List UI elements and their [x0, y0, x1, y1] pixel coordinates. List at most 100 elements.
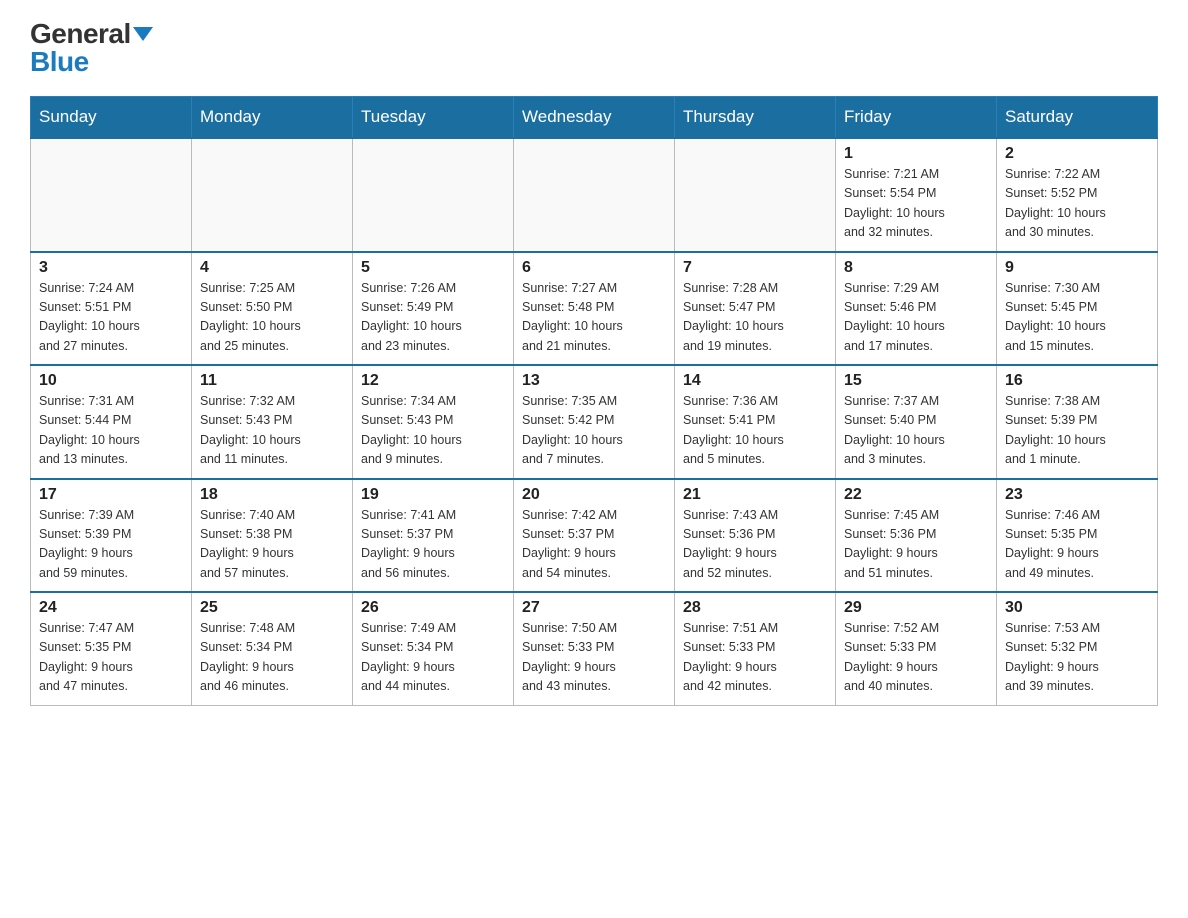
weekday-header-wednesday: Wednesday	[514, 97, 675, 139]
day-info: Sunrise: 7:21 AMSunset: 5:54 PMDaylight:…	[844, 165, 988, 243]
calendar-cell	[192, 138, 353, 252]
day-info: Sunrise: 7:35 AMSunset: 5:42 PMDaylight:…	[522, 392, 666, 470]
calendar-cell: 22Sunrise: 7:45 AMSunset: 5:36 PMDayligh…	[836, 479, 997, 593]
day-info: Sunrise: 7:36 AMSunset: 5:41 PMDaylight:…	[683, 392, 827, 470]
calendar-cell: 1 Sunrise: 7:21 AMSunset: 5:54 PMDaylight…	[836, 138, 997, 252]
calendar-cell: 14 Sunrise: 7:36 AMSunset: 5:41 PMDayligh…	[675, 365, 836, 479]
calendar-cell: 25 Sunrise: 7:48 AMSunset: 5:34 PMDayligh…	[192, 592, 353, 705]
day-number: 28	[683, 599, 827, 617]
day-info: Sunrise: 7:34 AMSunset: 5:43 PMDaylight:…	[361, 392, 505, 470]
calendar-cell: 12 Sunrise: 7:34 AMSunset: 5:43 PMDayligh…	[353, 365, 514, 479]
day-number: 30	[1005, 599, 1149, 617]
day-info: Sunrise: 7:46 AMSunset: 5:35 PMDaylight:…	[1005, 506, 1149, 584]
day-info: Sunrise: 7:41 AMSunset: 5:37 PMDaylight:…	[361, 506, 505, 584]
week-row-3: 10 Sunrise: 7:31 AMSunset: 5:44 PMDayligh…	[31, 365, 1158, 479]
day-number: 14	[683, 372, 827, 390]
day-number: 21	[683, 486, 827, 504]
day-number: 10	[39, 372, 183, 390]
calendar-cell	[514, 138, 675, 252]
day-number: 12	[361, 372, 505, 390]
day-info: Sunrise: 7:40 AMSunset: 5:38 PMDaylight:…	[200, 506, 344, 584]
day-number: 26	[361, 599, 505, 617]
calendar-cell: 16Sunrise: 7:38 AMSunset: 5:39 PMDayligh…	[997, 365, 1158, 479]
calendar-cell: 2 Sunrise: 7:22 AMSunset: 5:52 PMDaylight…	[997, 138, 1158, 252]
day-number: 20	[522, 486, 666, 504]
day-number: 19	[361, 486, 505, 504]
calendar-cell: 11Sunrise: 7:32 AMSunset: 5:43 PMDayligh…	[192, 365, 353, 479]
calendar-cell: 28 Sunrise: 7:51 AMSunset: 5:33 PMDayligh…	[675, 592, 836, 705]
day-info: Sunrise: 7:48 AMSunset: 5:34 PMDaylight:…	[200, 619, 344, 697]
calendar-cell: 27Sunrise: 7:50 AMSunset: 5:33 PMDayligh…	[514, 592, 675, 705]
day-number: 15	[844, 372, 988, 390]
day-info: Sunrise: 7:49 AMSunset: 5:34 PMDaylight:…	[361, 619, 505, 697]
day-number: 22	[844, 486, 988, 504]
week-row-4: 17 Sunrise: 7:39 AMSunset: 5:39 PMDayligh…	[31, 479, 1158, 593]
logo-general-text: General	[30, 20, 131, 48]
day-info: Sunrise: 7:28 AMSunset: 5:47 PMDaylight:…	[683, 279, 827, 357]
calendar-cell: 24Sunrise: 7:47 AMSunset: 5:35 PMDayligh…	[31, 592, 192, 705]
weekday-header-sunday: Sunday	[31, 97, 192, 139]
calendar-cell: 13 Sunrise: 7:35 AMSunset: 5:42 PMDayligh…	[514, 365, 675, 479]
day-number: 8	[844, 259, 988, 277]
calendar-cell	[675, 138, 836, 252]
calendar-cell: 29 Sunrise: 7:52 AMSunset: 5:33 PMDayligh…	[836, 592, 997, 705]
day-info: Sunrise: 7:24 AMSunset: 5:51 PMDaylight:…	[39, 279, 183, 357]
day-info: Sunrise: 7:37 AMSunset: 5:40 PMDaylight:…	[844, 392, 988, 470]
day-number: 29	[844, 599, 988, 617]
day-number: 18	[200, 486, 344, 504]
weekday-header-tuesday: Tuesday	[353, 97, 514, 139]
day-info: Sunrise: 7:52 AMSunset: 5:33 PMDaylight:…	[844, 619, 988, 697]
weekday-header-monday: Monday	[192, 97, 353, 139]
calendar-cell: 23 Sunrise: 7:46 AMSunset: 5:35 PMDayligh…	[997, 479, 1158, 593]
day-info: Sunrise: 7:27 AMSunset: 5:48 PMDaylight:…	[522, 279, 666, 357]
weekday-header-thursday: Thursday	[675, 97, 836, 139]
day-number: 2	[1005, 145, 1149, 163]
day-number: 17	[39, 486, 183, 504]
calendar-cell: 26 Sunrise: 7:49 AMSunset: 5:34 PMDayligh…	[353, 592, 514, 705]
calendar-cell	[31, 138, 192, 252]
day-info: Sunrise: 7:53 AMSunset: 5:32 PMDaylight:…	[1005, 619, 1149, 697]
day-info: Sunrise: 7:42 AMSunset: 5:37 PMDaylight:…	[522, 506, 666, 584]
calendar-cell: 10 Sunrise: 7:31 AMSunset: 5:44 PMDayligh…	[31, 365, 192, 479]
day-number: 3	[39, 259, 183, 277]
day-info: Sunrise: 7:38 AMSunset: 5:39 PMDaylight:…	[1005, 392, 1149, 470]
calendar-cell: 5 Sunrise: 7:26 AMSunset: 5:49 PMDaylight…	[353, 252, 514, 366]
day-number: 5	[361, 259, 505, 277]
day-number: 23	[1005, 486, 1149, 504]
day-info: Sunrise: 7:25 AMSunset: 5:50 PMDaylight:…	[200, 279, 344, 357]
day-number: 7	[683, 259, 827, 277]
day-info: Sunrise: 7:39 AMSunset: 5:39 PMDaylight:…	[39, 506, 183, 584]
calendar-cell: 18 Sunrise: 7:40 AMSunset: 5:38 PMDayligh…	[192, 479, 353, 593]
calendar-cell: 15 Sunrise: 7:37 AMSunset: 5:40 PMDayligh…	[836, 365, 997, 479]
weekday-header-row: SundayMondayTuesdayWednesdayThursdayFrid…	[31, 97, 1158, 139]
day-info: Sunrise: 7:26 AMSunset: 5:49 PMDaylight:…	[361, 279, 505, 357]
logo: General Blue	[30, 20, 153, 76]
calendar-cell: 7 Sunrise: 7:28 AMSunset: 5:47 PMDaylight…	[675, 252, 836, 366]
day-info: Sunrise: 7:31 AMSunset: 5:44 PMDaylight:…	[39, 392, 183, 470]
day-number: 13	[522, 372, 666, 390]
day-number: 1	[844, 145, 988, 163]
calendar-cell: 3 Sunrise: 7:24 AMSunset: 5:51 PMDaylight…	[31, 252, 192, 366]
logo-blue-text: Blue	[30, 48, 89, 76]
day-number: 9	[1005, 259, 1149, 277]
calendar-cell: 30 Sunrise: 7:53 AMSunset: 5:32 PMDayligh…	[997, 592, 1158, 705]
calendar-cell: 4Sunrise: 7:25 AMSunset: 5:50 PMDaylight…	[192, 252, 353, 366]
day-info: Sunrise: 7:32 AMSunset: 5:43 PMDaylight:…	[200, 392, 344, 470]
calendar-cell: 17 Sunrise: 7:39 AMSunset: 5:39 PMDayligh…	[31, 479, 192, 593]
day-info: Sunrise: 7:30 AMSunset: 5:45 PMDaylight:…	[1005, 279, 1149, 357]
day-info: Sunrise: 7:51 AMSunset: 5:33 PMDaylight:…	[683, 619, 827, 697]
week-row-1: 1 Sunrise: 7:21 AMSunset: 5:54 PMDaylight…	[31, 138, 1158, 252]
page-header: General Blue	[30, 20, 1158, 76]
day-info: Sunrise: 7:47 AMSunset: 5:35 PMDaylight:…	[39, 619, 183, 697]
logo-triangle-icon	[133, 27, 153, 41]
calendar-cell: 9 Sunrise: 7:30 AMSunset: 5:45 PMDaylight…	[997, 252, 1158, 366]
day-number: 25	[200, 599, 344, 617]
calendar-cell	[353, 138, 514, 252]
calendar-cell: 8 Sunrise: 7:29 AMSunset: 5:46 PMDaylight…	[836, 252, 997, 366]
calendar-cell: 21Sunrise: 7:43 AMSunset: 5:36 PMDayligh…	[675, 479, 836, 593]
weekday-header-saturday: Saturday	[997, 97, 1158, 139]
weekday-header-friday: Friday	[836, 97, 997, 139]
day-info: Sunrise: 7:29 AMSunset: 5:46 PMDaylight:…	[844, 279, 988, 357]
week-row-2: 3 Sunrise: 7:24 AMSunset: 5:51 PMDaylight…	[31, 252, 1158, 366]
day-info: Sunrise: 7:22 AMSunset: 5:52 PMDaylight:…	[1005, 165, 1149, 243]
